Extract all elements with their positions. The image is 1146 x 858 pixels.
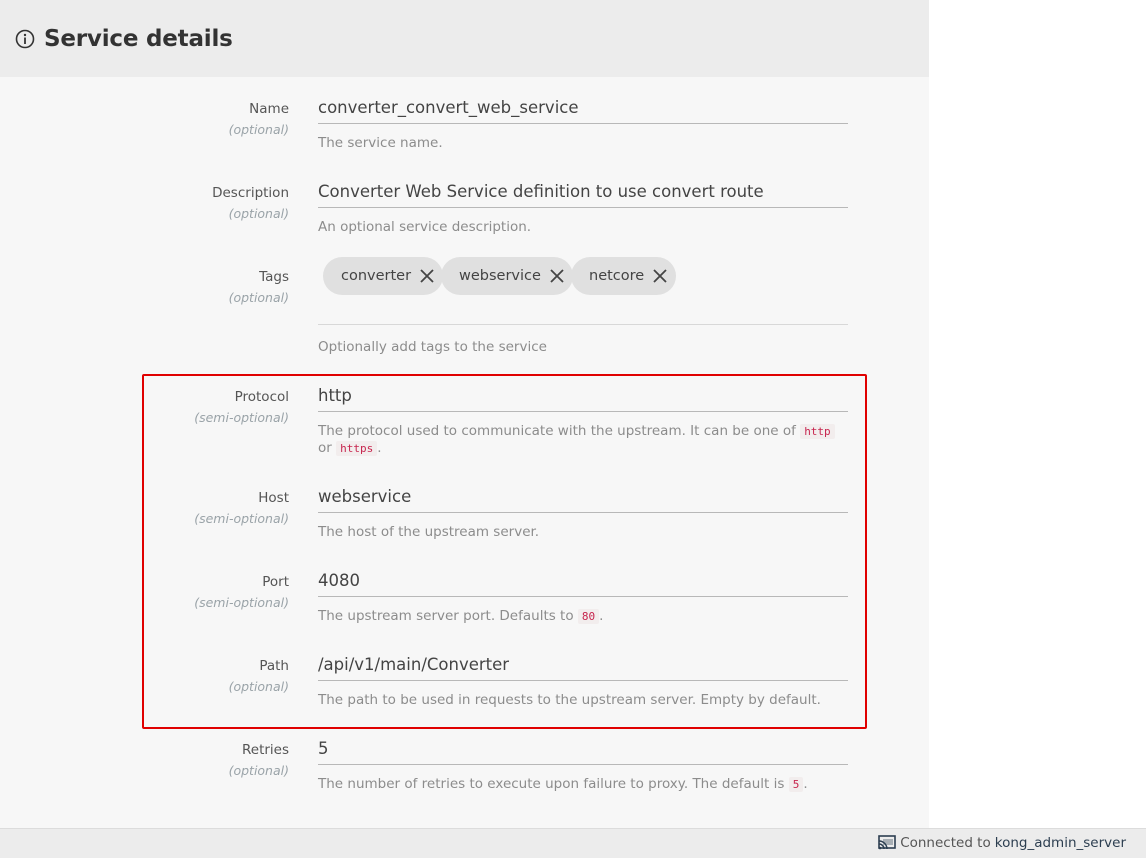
tag-chip-netcore: netcore [571, 257, 677, 295]
service-details-panel: Service details Name (optional) converte… [0, 0, 929, 828]
name-qualifier: (optional) [228, 122, 289, 137]
page-title: Service details [44, 25, 233, 52]
info-icon [15, 29, 35, 48]
retries-label: Retries [241, 742, 289, 758]
description-qualifier: (optional) [228, 206, 289, 221]
server-name: kong_admin_server [994, 835, 1126, 851]
name-label: Name [249, 101, 289, 117]
tag-chip-webservice: webservice [441, 257, 573, 295]
tag-chip-label: converter [341, 268, 412, 284]
tags-input[interactable]: converter webservice netcore [318, 257, 848, 325]
highlight-box [142, 374, 867, 729]
tags-label: Tags [259, 269, 289, 285]
status-prefix: Connected to [900, 835, 991, 851]
description-label: Description [212, 185, 289, 201]
retries-help-suffix: . [803, 776, 808, 792]
tags-help: Optionally add tags to the service [318, 339, 547, 355]
tag-chip-converter: converter [323, 257, 444, 295]
cast-icon [878, 835, 896, 850]
status-bar: Connected to kong_admin_server [0, 828, 1146, 858]
remove-tag-icon[interactable] [549, 268, 565, 284]
retries-help: The number of retries to execute upon fa… [318, 776, 848, 793]
code-5: 5 [788, 777, 804, 792]
connection-status: Connected to kong_admin_server [878, 835, 1126, 851]
remove-tag-icon[interactable] [652, 268, 668, 284]
name-input[interactable]: converter_convert_web_service [318, 95, 848, 124]
description-help: An optional service description. [318, 219, 532, 235]
tag-chip-label: netcore [589, 268, 645, 284]
tags-qualifier: (optional) [228, 290, 289, 305]
retries-input[interactable]: 5 [318, 736, 848, 765]
tag-chip-label: webservice [459, 268, 541, 284]
remove-tag-icon[interactable] [419, 268, 435, 284]
retries-help-text: The number of retries to execute upon fa… [318, 776, 785, 792]
description-input[interactable]: Converter Web Service definition to use … [318, 179, 848, 208]
name-help: The service name. [318, 135, 443, 151]
panel-header: Service details [0, 0, 929, 77]
retries-qualifier: (optional) [228, 763, 289, 778]
